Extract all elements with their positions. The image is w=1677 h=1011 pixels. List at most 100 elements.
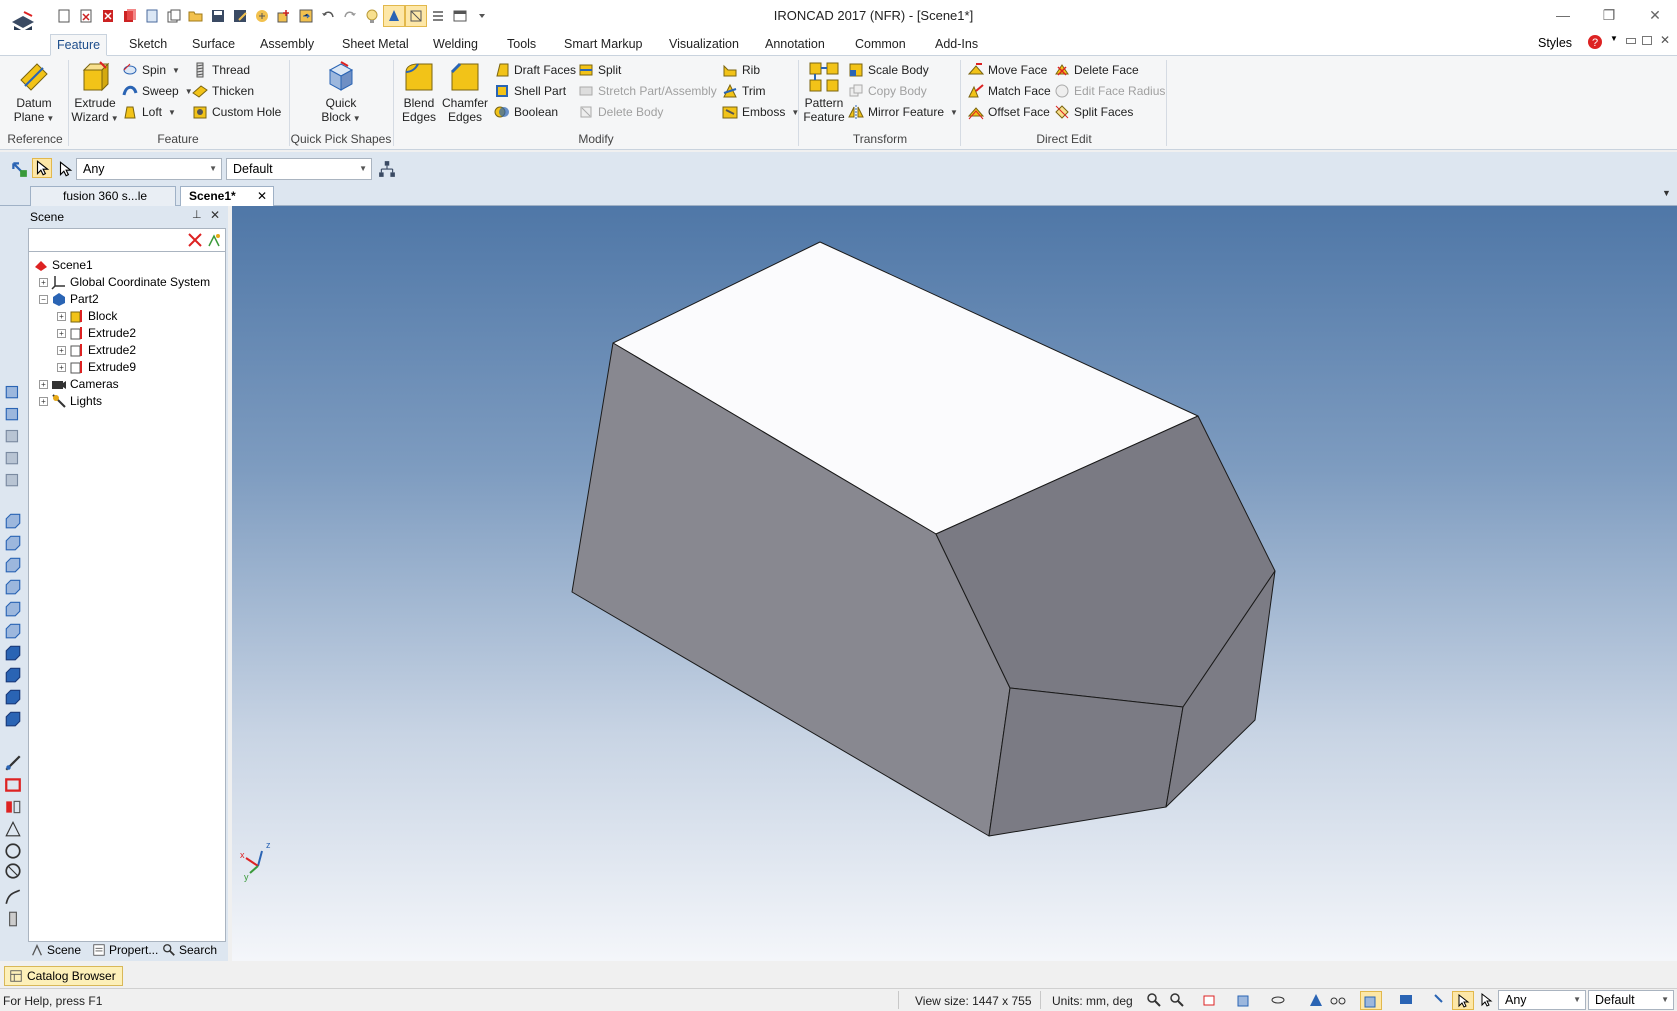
delete-body-button[interactable]: Delete Body [578, 102, 663, 122]
draft-faces-button[interactable]: Draft Faces [494, 60, 576, 80]
tree-node-extrude2[interactable]: + Extrude2 [57, 324, 136, 342]
zoom-fit-icon[interactable] [1146, 992, 1162, 1008]
datum-plane-button[interactable]: Datum Plane ▼ [12, 60, 56, 126]
tab-add-ins[interactable]: Add-Ins [929, 34, 984, 56]
shaded-view-icon[interactable] [4, 666, 22, 684]
curve-tool-icon[interactable] [4, 888, 22, 906]
clear-filter-icon[interactable] [187, 232, 203, 248]
back-view-icon[interactable] [4, 600, 22, 618]
status-filter-dropdown[interactable]: Any ▼ [1498, 990, 1586, 1010]
offset-face-button[interactable]: Offset Face [968, 102, 1050, 122]
catalog-browser-button[interactable]: Catalog Browser [4, 966, 123, 986]
chamfer-edges-button[interactable]: Chamfer Edges [442, 60, 488, 124]
sweep-button[interactable]: Sweep ▼ [122, 81, 193, 101]
pointer-select-icon[interactable] [56, 160, 74, 178]
clip-icon[interactable] [4, 798, 22, 816]
status-style-dropdown[interactable]: Default ▼ [1588, 990, 1674, 1010]
emboss-button[interactable]: Emboss ▼ [722, 102, 799, 122]
tree-options-icon[interactable] [206, 232, 222, 248]
glasses-icon[interactable] [1330, 992, 1346, 1008]
hidden-line-icon[interactable] [4, 710, 22, 728]
pin-icon[interactable]: ⊥ [192, 208, 202, 221]
expand-icon[interactable]: + [57, 328, 66, 338]
expand-icon[interactable]: + [39, 396, 48, 406]
3d-viewport[interactable]: z x y [232, 206, 1677, 961]
tree-node-scene1[interactable]: Scene1 [33, 256, 93, 274]
extrude-wizard-button[interactable]: Extrude Wizard ▼ [71, 60, 119, 126]
select-mode-icon[interactable] [1432, 992, 1448, 1008]
tab-tools[interactable]: Tools [501, 34, 542, 56]
shell-part-button[interactable]: Shell Part [494, 81, 566, 101]
view-tool-icon-5[interactable] [4, 470, 22, 488]
view-tool-icon-1[interactable] [4, 382, 22, 400]
tab-feature[interactable]: Feature [50, 34, 108, 56]
tab-sheet-metal[interactable]: Sheet Metal [336, 34, 415, 56]
no-entry-icon[interactable] [4, 862, 22, 880]
wireframe-view-icon[interactable] [4, 688, 22, 706]
tab-list-chevron-icon[interactable]: ▼ [1662, 188, 1671, 198]
ribbon-restore-icon[interactable] [1642, 36, 1652, 45]
tree-node-lights[interactable]: + Lights [39, 392, 102, 410]
split-button[interactable]: Split [578, 60, 621, 80]
split-faces-button[interactable]: Split Faces [1054, 102, 1133, 122]
scene-tab[interactable]: Scene [30, 943, 81, 957]
hierarchy-icon[interactable] [378, 160, 396, 178]
tab-visualization[interactable]: Visualization [663, 34, 745, 56]
loft-button[interactable]: Loft ▼ [122, 102, 176, 122]
doc-tab-scene1[interactable]: Scene1* ✕ [180, 186, 274, 206]
restore-button[interactable]: ❐ [1594, 4, 1624, 26]
angle-icon[interactable] [4, 820, 22, 838]
front-view-icon[interactable] [4, 534, 22, 552]
close-tab-icon[interactable]: ✕ [257, 187, 267, 205]
tree-node-cameras[interactable]: + Cameras [39, 375, 119, 393]
ruler-icon[interactable] [4, 910, 22, 928]
right-view-icon[interactable] [4, 556, 22, 574]
bottom-view-icon[interactable] [4, 622, 22, 640]
ribbon-close-icon[interactable]: ✕ [1660, 33, 1670, 47]
help-icon[interactable]: ? [1587, 34, 1603, 50]
quick-block-button[interactable]: Quick Block ▼ [318, 60, 364, 126]
tree-node-part2[interactable]: − Part2 [39, 290, 99, 308]
move-face-button[interactable]: Move Face [968, 60, 1047, 80]
selection-filter-dropdown[interactable]: Any ▼ [76, 158, 222, 180]
tree-node-extrude9[interactable]: + Extrude9 [57, 358, 136, 376]
zoom-icon[interactable] [1169, 992, 1185, 1008]
doc-tab-fusion[interactable]: fusion 360 s...le part [30, 186, 176, 221]
measure-icon[interactable] [4, 754, 22, 772]
tab-surface[interactable]: Surface [186, 34, 241, 56]
expand-icon[interactable]: + [39, 277, 48, 287]
edit-face-radius-button[interactable]: Edit Face Radius [1054, 81, 1165, 101]
top-view-icon[interactable] [4, 512, 22, 530]
tab-welding[interactable]: Welding [427, 34, 484, 56]
boolean-button[interactable]: Boolean [494, 102, 558, 122]
select-tool-button[interactable] [32, 158, 52, 178]
tab-smart-markup[interactable]: Smart Markup [558, 34, 649, 56]
close-button[interactable]: ✕ [1640, 4, 1670, 26]
left-view-icon[interactable] [4, 578, 22, 596]
tree-node-block[interactable]: + Block [57, 307, 117, 325]
scale-body-button[interactable]: Scale Body [848, 60, 929, 80]
thicken-button[interactable]: Thicken [192, 81, 254, 101]
view-tool-icon-4[interactable] [4, 448, 22, 466]
pointer-mode-button[interactable] [1452, 991, 1474, 1010]
box-view-icon[interactable] [1236, 992, 1252, 1008]
display-icon[interactable] [1398, 992, 1414, 1008]
view-tool-icon-3[interactable] [4, 426, 22, 444]
tab-assembly[interactable]: Assembly [254, 34, 320, 56]
pointer-alt-icon[interactable] [1478, 992, 1494, 1008]
help-dropdown-icon[interactable]: ▼ [1610, 34, 1618, 43]
tab-annotation[interactable]: Annotation [759, 34, 831, 56]
tab-common[interactable]: Common [849, 34, 912, 56]
minimize-button[interactable]: — [1548, 4, 1578, 26]
thread-button[interactable]: Thread [192, 60, 250, 80]
mirror-feature-button[interactable]: Mirror Feature ▼ [848, 102, 958, 122]
styles-menu[interactable]: Styles [1538, 36, 1572, 50]
spin-button[interactable]: Spin ▼ [122, 60, 180, 80]
copy-body-button[interactable]: Copy Body [848, 81, 927, 101]
pattern-feature-button[interactable]: Pattern Feature [802, 60, 846, 124]
properties-tab[interactable]: Propert... [92, 943, 158, 957]
iso-view-icon[interactable] [4, 644, 22, 662]
tree-node-global-coordinate-system[interactable]: + Global Coordinate System [39, 273, 210, 291]
tab-sketch[interactable]: Sketch [123, 34, 173, 56]
view-tool-icon-2[interactable] [4, 404, 22, 422]
